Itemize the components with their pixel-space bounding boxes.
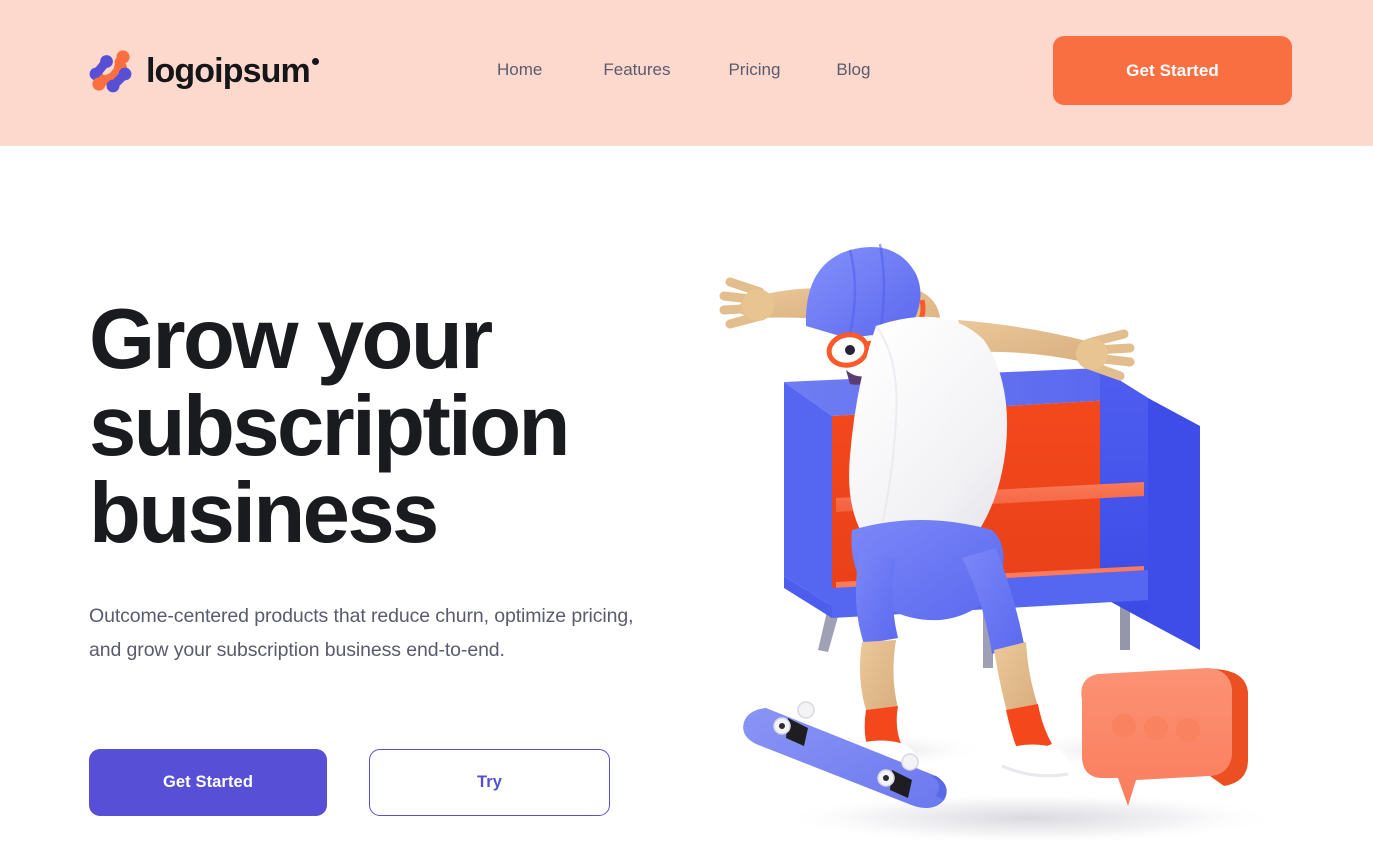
brand-logo[interactable]: logoipsum bbox=[88, 44, 319, 96]
brand-wordmark: logoipsum bbox=[146, 54, 319, 88]
hero-subtitle: Outcome-centered products that reduce ch… bbox=[89, 605, 634, 661]
hero-get-started-button[interactable]: Get Started bbox=[89, 749, 327, 816]
nav-item-features[interactable]: Features bbox=[603, 58, 670, 82]
nav-item-blog[interactable]: Blog bbox=[836, 58, 870, 82]
nav-item-pricing[interactable]: Pricing bbox=[728, 58, 780, 82]
hero-actions: Get Started Try bbox=[89, 749, 610, 816]
landing-page: logoipsum Home Features Pricing Blog Get… bbox=[0, 0, 1373, 854]
nav-item-home[interactable]: Home bbox=[497, 58, 542, 82]
page-title: Grow your subscription business bbox=[89, 292, 570, 561]
left-hand bbox=[719, 277, 774, 329]
hero-try-button[interactable]: Try bbox=[369, 749, 610, 816]
header-get-started-button[interactable]: Get Started bbox=[1053, 36, 1292, 105]
logoipsum-mark-icon bbox=[88, 47, 134, 93]
brand-wordmark-text: logoipsum bbox=[146, 52, 311, 90]
main-navigation: Home Features Pricing Blog bbox=[497, 58, 870, 82]
hero-illustration bbox=[700, 230, 1340, 854]
hero-copy: Grow your subscription business Outcome-… bbox=[89, 296, 649, 667]
ground-shadow bbox=[780, 792, 1280, 844]
brand-dot-icon bbox=[311, 58, 319, 65]
site-header: logoipsum Home Features Pricing Blog Get… bbox=[0, 0, 1373, 146]
chat-bubble-icon bbox=[1081, 668, 1248, 806]
